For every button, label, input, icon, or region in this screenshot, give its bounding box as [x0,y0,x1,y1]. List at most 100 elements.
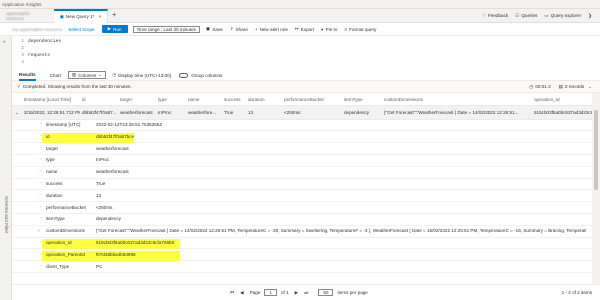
editor-line[interactable]: 3 requests [12,52,600,59]
queries-button[interactable]: Queries [521,13,537,18]
table-cell: 2/15/2022, 12:26:51.712 PM [24,110,80,115]
close-icon[interactable]: × [98,14,101,19]
schema-filter-rail[interactable]: » Schema and Filter [0,36,12,300]
tab-results[interactable]: Results [19,70,36,81]
run-button[interactable]: ▶ Run [101,25,128,33]
plus-icon: + [254,26,258,32]
detail-row: ⋯ target weatherforecast [12,144,592,155]
time-range-picker[interactable]: Time range : Last 30 minutes [132,25,200,33]
toggle-switch[interactable] [179,72,189,78]
columns-icon: ▥ [71,72,77,77]
resource-tab[interactable]: appinsights-resource [0,9,54,23]
app-title: Application Insights [2,1,42,7]
per-page-select[interactable]: 50 [318,289,334,296]
queries-icon: ☷ [515,12,520,18]
table-cell: weatherfore... [188,110,217,115]
detail-value: 2022-02-12T23:26:51.7535355Z [96,122,163,127]
more-icon: ⋯ [38,239,43,244]
query-editor[interactable]: 1 dependencies 2 3 requests 4 [12,36,600,70]
more-icon: ⋯ [38,180,43,185]
run-label: Run [113,26,122,32]
query-explorer-button[interactable]: Query explorer [551,13,581,18]
share-button[interactable]: Share [236,27,248,32]
format-query-button[interactable]: Format query [349,27,376,32]
group-columns-toggle[interactable]: Group columns [179,72,222,78]
expand-icon[interactable]: » [3,39,6,44]
pin-icon: ⌖ [321,26,324,32]
editor-line[interactable]: 1 dependencies [12,38,600,45]
detail-row: ⋯ timestamp [UTC] 2022-02-12T23:26:51.7535… [12,120,592,132]
column-header[interactable]: duration [246,97,282,102]
chevron-down-icon[interactable]: ⌄ [588,84,592,90]
more-icon: ⋯ [38,168,43,174]
select-scope-link[interactable]: Select scope [68,27,94,32]
next-page-icon[interactable]: ▶ [295,290,299,296]
save-icon: ▣ [205,26,211,31]
page-input[interactable]: 1 [264,289,277,296]
more-icon: ⋯ [38,144,43,150]
line-text: requests [28,53,51,58]
column-header[interactable]: itemType [342,97,382,102]
detail-value: 515cb03f5a0bc637ad3d22c9cfa769b0 [96,240,175,245]
database-icon: ◼ [60,13,64,19]
more-icon: ⋯ [38,156,43,162]
expand-icon[interactable]: › [38,228,40,233]
feedback-button[interactable]: Feedback [488,13,508,18]
more-icon: ⋯ [38,121,43,126]
detail-key: type [46,157,55,163]
column-header[interactable]: type [156,97,186,102]
column-header[interactable]: name [186,97,222,102]
tab-new-query[interactable]: ◼ New Query 1* × [54,8,109,23]
detail-row: ⋯ client_Type PC [12,262,592,273]
scrollbar-thumb[interactable] [594,110,598,190]
column-header[interactable]: success [222,97,246,102]
table-row[interactable]: ⌄ 2/15/2022, 12:26:51.712 PM d5b62f47f0a87… [12,106,592,120]
column-header[interactable]: performanceBucket [282,97,342,102]
record-count: 2 records [564,84,585,89]
detail-value: d5b62f47f0a87bce [96,133,135,139]
detail-value: weatherforecast [96,169,129,175]
columns-label: Columns [78,72,97,78]
display-time-dropdown[interactable]: Display time (UTC+13:00) [118,73,171,78]
column-header[interactable]: operation_Id [532,97,592,102]
timer-icon: ◷ [529,83,534,89]
line-number: 1 [21,39,24,44]
column-header[interactable]: id [80,97,118,102]
more-icon: ⋯ [38,203,43,209]
line-number: 3 [21,53,24,58]
line-number: 2 [21,46,24,51]
schema-filter-label: Schema and Filter [4,196,9,234]
new-alert-rule-button[interactable]: New alert rule [260,27,288,32]
add-tab-button[interactable]: + [112,12,116,19]
detail-key: name [46,169,58,175]
column-header[interactable]: timestamp [Local Time] [22,97,80,102]
items-range: 1 - 2 of 2 items [561,290,592,295]
save-button[interactable]: Save [212,27,222,32]
detail-key: client_Type [46,263,70,269]
expand-row-icon[interactable]: ⌄ [12,110,22,116]
first-page-icon[interactable]: ⏮ [230,290,234,295]
detail-key: target [46,145,58,151]
columns-dropdown[interactable]: ▥ Columns ⌄ [67,71,107,79]
detail-key: performanceBucket [46,204,86,210]
heart-icon: ♡ [481,12,486,18]
detail-row: ⋯ id d5b62f47f0a87bce [12,132,592,144]
pagination: ⏮ ◀ Page 1 of 1 ▶ ⏭ 50 items per page 1 … [12,284,600,300]
detail-key: success [46,181,63,186]
detail-row: ⋯ name weatherforecast [12,167,592,179]
editor-line[interactable]: 2 [12,45,600,52]
column-header[interactable]: target [118,97,156,102]
table-cell: True [224,110,234,115]
last-page-icon[interactable]: ⏭ [304,290,308,295]
editor-line[interactable]: 4 [12,59,600,66]
export-button[interactable]: Export [301,27,314,32]
table-cell: d5b62f47f0a87... [82,110,117,115]
line-number: 4 [21,60,24,65]
table-cell: {"Get Forecast":"WeatherForecast { Date … [384,110,519,115]
more-icon: ⋯ [38,262,43,268]
prev-page-icon[interactable]: ◀ [240,290,244,296]
column-header[interactable]: customDimensions [382,97,532,102]
tab-chart[interactable]: Chart [50,70,61,81]
collapse-icon[interactable]: ❯ [588,13,592,19]
pin-to-button[interactable]: Pin to [326,27,338,32]
